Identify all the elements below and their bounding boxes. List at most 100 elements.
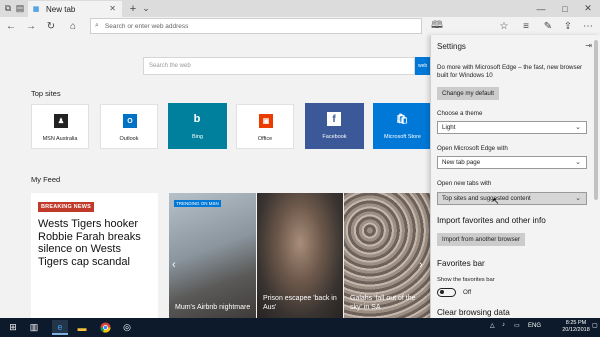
new-tabs-value: Top sites and suggested content xyxy=(442,195,531,202)
tab-new-tab[interactable]: ▦ New tab ✕ xyxy=(28,1,122,17)
msn-icon: ♟ xyxy=(54,114,68,128)
change-default-button[interactable]: Change my default xyxy=(437,87,499,100)
top-site-microsoft-store[interactable]: 🛍 Microsoft Store xyxy=(373,103,432,149)
address-bar[interactable]: ⌕ Search or enter web address xyxy=(90,18,422,34)
theme-value: Light xyxy=(442,124,456,131)
outlook-icon: O xyxy=(123,114,137,128)
top-site-bing[interactable]: b Bing xyxy=(168,103,227,149)
bing-icon: b xyxy=(193,113,201,125)
facebook-icon: f xyxy=(327,112,341,126)
trending-badge: TRENDING ON MSN xyxy=(174,200,221,207)
news-headline: Wests Tigers hooker Robbie Farah breaks … xyxy=(38,218,141,268)
carousel-prev-icon[interactable]: ‹ xyxy=(172,259,176,271)
top-site-outlook[interactable]: O Outlook xyxy=(100,104,158,149)
file-explorer-icon[interactable]: ▬ xyxy=(74,320,90,335)
new-tabs-select[interactable]: Top sites and suggested content ⌄ xyxy=(437,192,587,205)
news-story-galahs[interactable]: Galahs 'fall out of the sky' in SA xyxy=(344,193,430,318)
edge-tab-icon: ▦ xyxy=(32,6,40,13)
star-icon[interactable]: ☆ xyxy=(497,18,511,34)
top-site-label: Facebook xyxy=(322,134,347,140)
minimize-icon[interactable]: — xyxy=(531,0,551,17)
battery-icon[interactable]: ▭ xyxy=(514,322,520,329)
open-with-value: New tab page xyxy=(442,159,481,166)
system-clock[interactable]: 8:25 PM 20/12/2018 xyxy=(560,320,592,334)
obs-icon[interactable]: ◎ xyxy=(119,320,135,335)
windows-start-icon[interactable]: ⊞ xyxy=(5,320,21,335)
chevron-down-icon[interactable]: ⌄ xyxy=(140,0,152,17)
clock-date: 20/12/2018 xyxy=(562,327,590,333)
chrome-icon[interactable] xyxy=(97,320,113,335)
more-icon[interactable]: ⋯ xyxy=(581,18,595,34)
tab-title: New tab xyxy=(46,4,76,14)
language-indicator[interactable]: ENG xyxy=(528,323,541,329)
top-site-label: Microsoft Store xyxy=(384,134,421,140)
navigation-bar: ← → ↻ ⌂ ⌕ Search or enter web address 🕮 … xyxy=(0,17,600,35)
promo-text: Do more with Microsoft Edge – the fast, … xyxy=(437,64,583,79)
speaker-icon[interactable]: ♪ xyxy=(502,322,505,328)
search-icon: ⌕ xyxy=(95,22,99,29)
clock-time: 8:25 PM xyxy=(565,320,587,326)
top-site-office[interactable]: ▣ Office xyxy=(236,104,294,149)
task-view-icon[interactable]: ▥ xyxy=(26,320,42,335)
close-icon[interactable]: ✕ xyxy=(578,0,598,17)
network-icon[interactable]: △ xyxy=(490,322,495,329)
story-caption: Prison escapee 'back in Aus' xyxy=(263,295,337,311)
close-tab-icon[interactable]: ✕ xyxy=(109,4,116,13)
favorites-icon[interactable]: ≡ xyxy=(519,18,533,34)
top-site-label: MSN Australia xyxy=(42,136,78,142)
clear-data-heading: Clear browsing data xyxy=(437,308,510,317)
story-caption: Galahs 'fall out of the sky' in SA xyxy=(350,295,416,311)
windows-taskbar: ⊞ ▥ e ▬ ◎ △ ♪ ▭ ENG 8:25 PM 20/12/2018 ▢ xyxy=(0,318,600,337)
mouse-cursor-icon: ↖ xyxy=(492,196,500,206)
address-placeholder: Search or enter web address xyxy=(104,22,189,30)
favorites-bar-heading: Favorites bar xyxy=(437,259,485,268)
settings-scrollbar[interactable] xyxy=(594,40,598,200)
home-icon[interactable]: ⌂ xyxy=(66,18,80,34)
chevron-down-icon: ⌄ xyxy=(575,195,581,202)
web-search-input[interactable]: Search the web xyxy=(143,57,415,75)
news-story-airbnb[interactable]: TRENDING ON MSN Mum's Airbnb nightmare xyxy=(169,193,256,318)
import-button[interactable]: Import from another browser xyxy=(437,233,526,246)
notifications-icon[interactable]: ▢ xyxy=(592,322,598,329)
toggle-knob xyxy=(440,290,444,294)
favorites-bar-label: Show the favorites bar xyxy=(437,277,495,283)
carousel-next-icon[interactable]: › xyxy=(419,259,423,271)
plus-icon[interactable]: + xyxy=(127,0,139,17)
chevron-down-icon: ⌄ xyxy=(575,124,581,131)
open-with-select[interactable]: New tab page ⌄ xyxy=(437,156,587,169)
top-site-msn[interactable]: ♟ MSN Australia xyxy=(31,104,89,149)
story-caption: Mum's Airbnb nightmare xyxy=(175,304,251,311)
pin-icon[interactable]: ⇥ xyxy=(585,41,592,50)
top-site-label: Outlook xyxy=(119,136,139,142)
settings-title: Settings xyxy=(437,42,466,51)
forward-icon[interactable]: → xyxy=(24,18,38,34)
back-icon[interactable]: ← xyxy=(4,18,18,34)
tab-preview-icon[interactable]: ▤ xyxy=(14,0,26,17)
news-story-prison-escapee[interactable]: Prison escapee 'back in Aus' xyxy=(257,193,343,318)
theme-select[interactable]: Light ⌄ xyxy=(437,121,587,134)
new-tabs-label: Open new tabs with xyxy=(437,180,492,187)
edge-icon[interactable]: e xyxy=(52,320,68,335)
office-icon: ▣ xyxy=(259,114,273,128)
share-icon[interactable]: ⇪ xyxy=(561,18,575,34)
search-button-label: web xyxy=(418,63,428,69)
reading-view-icon[interactable]: 🕮 xyxy=(430,18,444,34)
refresh-icon[interactable]: ↻ xyxy=(44,18,58,34)
store-icon: 🛍 xyxy=(395,113,409,125)
breaking-news-card[interactable]: BREAKING NEWS Wests Tigers hooker Robbie… xyxy=(31,193,158,318)
top-site-label: Office xyxy=(257,136,273,142)
top-site-facebook[interactable]: f Facebook xyxy=(305,103,364,149)
favorites-bar-toggle[interactable] xyxy=(437,288,456,297)
top-site-label: Bing xyxy=(191,134,203,140)
set-aside-tabs-icon[interactable]: ⧉ xyxy=(2,0,14,17)
title-bar: ⧉ ▤ ▦ New tab ✕ + ⌄ — □ ✕ xyxy=(0,0,600,17)
import-heading: Import favorites and other info xyxy=(437,216,546,225)
search-placeholder: Search the web xyxy=(149,63,191,69)
pen-icon[interactable]: ✎ xyxy=(541,18,555,34)
top-sites-title: Top sites xyxy=(31,89,61,98)
my-feed-title: My Feed xyxy=(31,175,61,184)
maximize-icon[interactable]: □ xyxy=(555,0,575,17)
theme-label: Choose a theme xyxy=(437,110,483,117)
favorites-bar-state: Off xyxy=(463,289,472,296)
open-with-label: Open Microsoft Edge with xyxy=(437,145,508,152)
